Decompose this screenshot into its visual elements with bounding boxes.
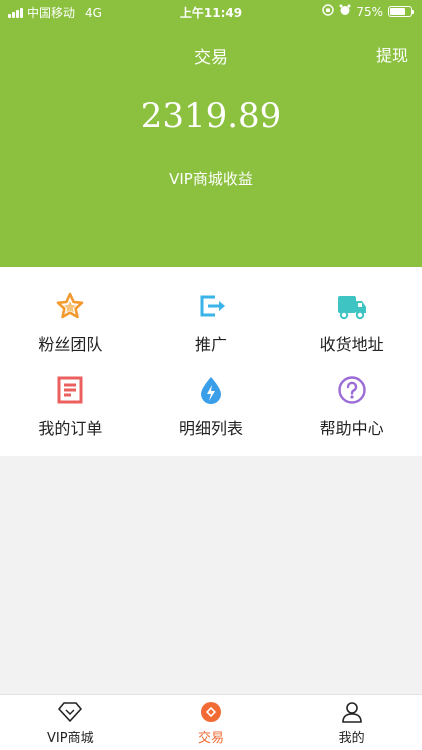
share-export-icon	[194, 289, 228, 323]
tab-label: VIP商城	[47, 731, 94, 746]
menu-item-label: 收货地址	[319, 335, 384, 354]
menu-item-label: 明细列表	[178, 419, 243, 438]
menu-item-my-orders[interactable]: 我的订单	[0, 367, 141, 451]
status-bar: 中国移动 4G 上午11:49 75%	[0, 0, 422, 22]
user-icon	[340, 700, 364, 724]
menu-grid: 粉丝团队 推广 收货地址 我的订单 明细列表 帮助中心	[0, 267, 422, 456]
menu-item-help-center[interactable]: 帮助中心	[281, 367, 422, 451]
menu-item-label: 粉丝团队	[38, 335, 103, 354]
tab-bar: VIP商城 交易 我的	[0, 694, 422, 750]
menu-item-detail-list[interactable]: 明细列表	[141, 367, 282, 451]
star-icon	[53, 289, 87, 323]
menu-item-label: 帮助中心	[319, 419, 384, 438]
alarm-icon	[339, 4, 351, 19]
header: 交易 提现 2319.89 VIP商城收益	[0, 0, 422, 267]
menu-item-label: 我的订单	[38, 419, 103, 438]
diamond-icon	[58, 700, 83, 724]
truck-icon	[335, 289, 369, 323]
question-icon	[335, 373, 369, 407]
withdraw-button[interactable]: 提现	[376, 42, 408, 66]
order-list-icon	[53, 373, 87, 407]
earnings-label: VIP商城收益	[169, 170, 253, 188]
trade-icon	[199, 700, 223, 724]
menu-item-fans-team[interactable]: 粉丝团队	[0, 283, 141, 367]
battery-percent: 75%	[356, 4, 383, 19]
battery-icon	[388, 6, 414, 17]
water-drop-icon	[194, 373, 228, 407]
tab-trade[interactable]: 交易	[141, 695, 282, 750]
menu-item-promote[interactable]: 推广	[141, 283, 282, 367]
tab-vip-mall[interactable]: VIP商城	[0, 695, 141, 750]
menu-item-label: 推广	[194, 335, 227, 354]
menu-item-shipping-address[interactable]: 收货地址	[281, 283, 422, 367]
tab-label: 我的	[338, 731, 365, 746]
tab-label: 交易	[197, 731, 224, 746]
earnings-amount: 2319.89	[140, 96, 282, 136]
rotation-lock-icon	[322, 4, 335, 19]
tab-mine[interactable]: 我的	[281, 695, 422, 750]
page-title: 交易	[194, 48, 228, 68]
